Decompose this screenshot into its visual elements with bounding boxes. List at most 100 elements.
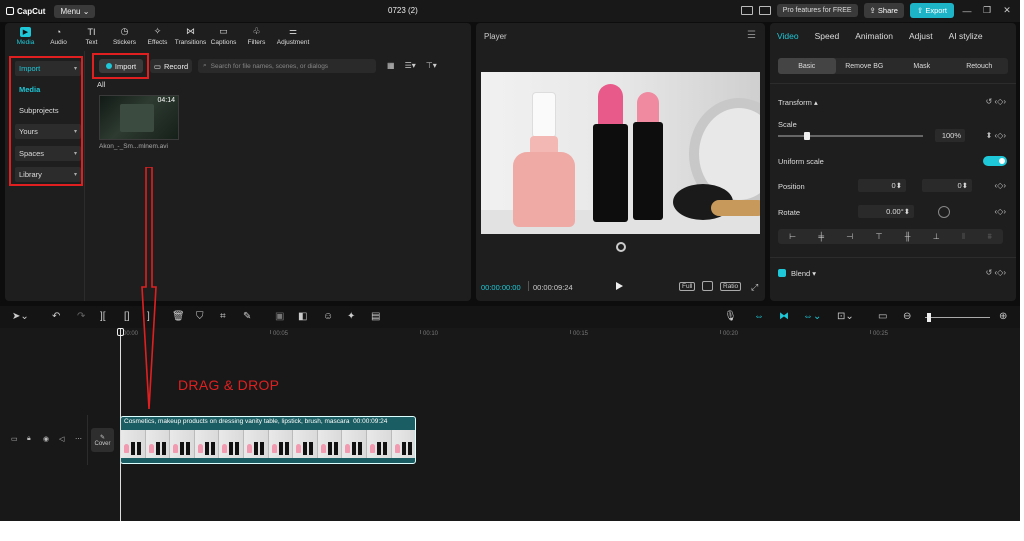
sort-icon[interactable]: ☰▾	[405, 61, 416, 70]
maximize-icon[interactable]: ❐	[980, 5, 994, 16]
subtab-basic[interactable]: Basic	[778, 58, 836, 74]
fullscreen-icon[interactable]: ⤢	[751, 282, 758, 293]
hamburger-menu-icon[interactable]: ☰	[747, 30, 756, 41]
align-center-v-icon[interactable]: ╫	[905, 232, 911, 241]
zoom-slider-knob[interactable]	[927, 313, 931, 322]
magic-icon[interactable]: ✦	[347, 311, 355, 322]
align-top-icon[interactable]: ⊤	[876, 232, 883, 241]
track-toggle-icon[interactable]: ▭	[11, 435, 18, 443]
caption-toggle-icon[interactable]: ▭	[878, 311, 887, 322]
ratio-button[interactable]: Ratio	[720, 282, 742, 291]
scale-keyframe-icon[interactable]: ⬍ ‹◇›	[986, 131, 1006, 140]
blend-heading[interactable]: Blend ▾	[791, 269, 816, 278]
tab-captions[interactable]: ▭ Captions	[207, 23, 240, 49]
subtab-retouch[interactable]: Retouch	[951, 58, 1009, 74]
minimize-icon[interactable]: —	[960, 6, 974, 16]
position-x-input[interactable]: 0 ⬍	[858, 179, 906, 192]
scale-value[interactable]: 100%	[935, 129, 965, 142]
audio-toggle-icon[interactable]: ◁	[59, 435, 64, 443]
reset-keyframe-icon[interactable]: ↺ ‹◇›	[986, 97, 1006, 106]
undo-icon[interactable]: ↶	[52, 311, 60, 322]
distribute-v-icon[interactable]: ⩩	[988, 232, 992, 242]
media-thumbnail[interactable]: 04:14	[99, 95, 179, 140]
search-input[interactable]: ⌕ Search for file names, scenes, or dialo…	[198, 59, 376, 73]
tab-ai-stylize[interactable]: AI stylize	[949, 31, 983, 41]
video-preview[interactable]	[481, 72, 760, 234]
close-icon[interactable]: ✕	[1000, 5, 1014, 16]
align-left-icon[interactable]: ⊢	[789, 232, 796, 241]
tab-adjustment[interactable]: ⚌ Adjustment	[273, 23, 313, 49]
tab-video[interactable]: Video	[777, 31, 799, 41]
cover-button[interactable]: ✎ Cover	[91, 428, 114, 452]
freeze-icon[interactable]: ▣	[275, 311, 284, 322]
avatar-icon[interactable]: ☺	[323, 311, 333, 322]
ai-edit-icon[interactable]: ✎	[243, 311, 251, 322]
tab-audio[interactable]: ◔ Audio	[42, 23, 75, 49]
delete-icon[interactable]: 🗑	[172, 311, 185, 322]
magnet-icon[interactable]: ⧓	[779, 311, 789, 322]
zoom-in-icon[interactable]: ⊕	[999, 311, 1007, 322]
scale-slider[interactable]	[778, 132, 923, 140]
shield-icon[interactable]: ⛉	[196, 311, 204, 322]
crop-icon[interactable]: ⌗	[220, 311, 226, 322]
zoom-out-icon[interactable]: ⊖	[903, 311, 911, 322]
tab-media[interactable]: ▶ Media	[9, 23, 42, 49]
snapshot-icon[interactable]	[702, 281, 713, 291]
rotate-input[interactable]: 0.00° ⬍	[858, 205, 914, 218]
video-clip[interactable]: Cosmetics, makeup products on dressing v…	[120, 416, 416, 464]
scale-slider-knob[interactable]	[804, 132, 810, 140]
tab-animation[interactable]: Animation	[855, 31, 893, 41]
link-main-track-icon[interactable]: ⇔	[754, 311, 764, 322]
share-button[interactable]: ⇪ Share	[863, 3, 904, 18]
blend-checkbox[interactable]	[778, 269, 786, 277]
tab-stickers[interactable]: ◷ Stickers	[108, 23, 141, 49]
align-right-icon[interactable]: ⊣	[846, 232, 853, 241]
subtab-remove-bg[interactable]: Remove BG	[836, 58, 894, 74]
subtitle-icon[interactable]: ▤	[371, 311, 380, 322]
filter-icon[interactable]: ⊤▾	[426, 61, 437, 70]
redo-icon[interactable]: ↷	[77, 311, 85, 322]
split-icon[interactable]: ][	[100, 311, 106, 322]
full-button[interactable]: Full	[679, 282, 696, 291]
rotate-dial-icon[interactable]	[938, 206, 950, 218]
subtab-mask[interactable]: Mask	[893, 58, 951, 74]
link-icon[interactable]: ⇔⌄	[803, 311, 821, 322]
cover-label: Cover	[94, 440, 111, 447]
blend-keyframe-icon[interactable]: ↺ ‹◇›	[986, 268, 1006, 277]
mirror-icon[interactable]: ◧	[298, 311, 307, 322]
distribute-h-icon[interactable]: ⫴	[962, 232, 965, 242]
tab-filters[interactable]: ♧ Filters	[240, 23, 273, 49]
lock-icon[interactable]: 🔒︎	[27, 435, 31, 443]
tab-adjust[interactable]: Adjust	[909, 31, 933, 41]
tab-effects[interactable]: ✧ Effects	[141, 23, 174, 49]
export-button[interactable]: ⇧ Export	[909, 3, 954, 18]
layout-icon[interactable]	[740, 6, 753, 15]
preview-axis-icon[interactable]: ⊡⌄	[837, 311, 854, 322]
position-keyframe-icon[interactable]: ‹◇›	[995, 181, 1006, 190]
align-center-h-icon[interactable]: ╪	[818, 232, 824, 241]
align-bottom-icon[interactable]: ⊥	[933, 232, 940, 241]
keyboard-icon[interactable]	[758, 6, 771, 15]
position-y-input[interactable]: 0 ⬍	[922, 179, 972, 192]
record-button[interactable]: ▭ Record	[150, 59, 192, 73]
pro-features-button[interactable]: Pro features for FREE	[776, 4, 858, 17]
replay-icon[interactable]	[616, 242, 626, 252]
grid-view-icon[interactable]: ▦	[387, 61, 395, 70]
eye-icon[interactable]: ◉	[43, 435, 49, 443]
more-icon[interactable]: ⋯	[75, 435, 82, 443]
split-left-icon[interactable]: []	[124, 311, 130, 322]
playhead[interactable]	[120, 328, 121, 521]
microphone-icon[interactable]: 🎙	[724, 311, 737, 322]
tab-speed[interactable]: Speed	[815, 31, 840, 41]
play-icon[interactable]	[616, 282, 623, 290]
playhead-handle[interactable]	[117, 328, 124, 336]
tab-transitions[interactable]: ⋈ Transitions	[174, 23, 207, 49]
menu-button[interactable]: Menu ⌄	[54, 4, 96, 18]
uniform-scale-toggle[interactable]	[983, 156, 1007, 166]
rotate-keyframe-icon[interactable]: ‹◇›	[995, 207, 1006, 216]
tab-text[interactable]: TI Text	[75, 23, 108, 49]
transform-heading[interactable]: Transform ▴	[778, 98, 818, 107]
zoom-slider[interactable]	[925, 317, 990, 318]
tube-mark	[253, 442, 258, 455]
select-tool-icon[interactable]: ➤⌄	[12, 311, 29, 322]
